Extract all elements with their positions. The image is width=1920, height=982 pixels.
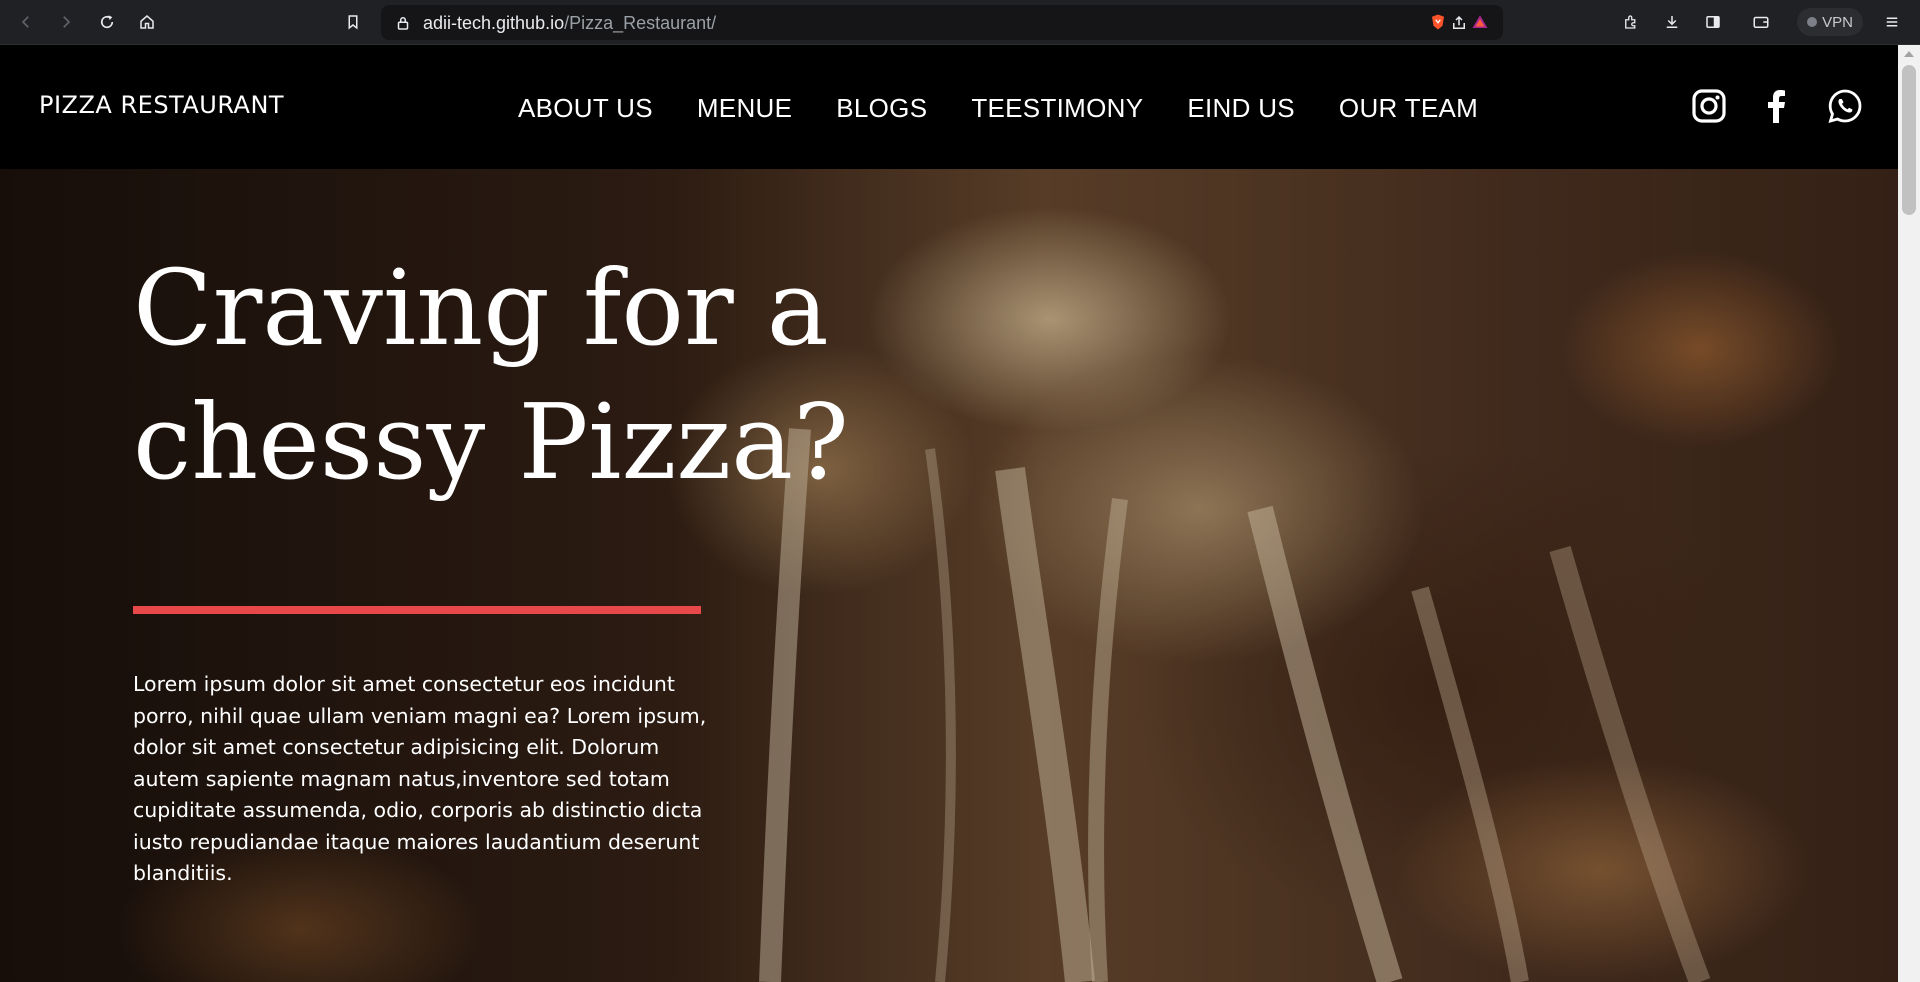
site-brand[interactable]: PIZZA RESTAURANT: [39, 91, 284, 119]
nav-link-find-us[interactable]: EIND US: [1187, 93, 1295, 124]
social-links: [1690, 87, 1864, 125]
hero-paragraph: Lorem ipsum dolor sit amet consectetur e…: [133, 672, 707, 885]
vpn-button[interactable]: VPN: [1797, 8, 1863, 36]
nav-links: ABOUT US MENUE BLOGS TEESTIMONY EIND US …: [518, 93, 1522, 124]
back-icon[interactable]: [14, 10, 38, 34]
hero-headline-line-1: Craving for a: [133, 247, 829, 369]
vpn-label: VPN: [1822, 13, 1853, 31]
browser-toolbar: adii-tech.github.io/Pizza_Restaurant/ VP…: [0, 0, 1920, 45]
hero-section: Craving for a chessy Pizza? Lorem ipsum …: [0, 169, 1898, 982]
nav-link-menu[interactable]: MENUE: [697, 93, 792, 124]
nav-link-about-us[interactable]: ABOUT US: [518, 93, 653, 124]
page-scrollbar[interactable]: [1898, 45, 1920, 982]
facebook-icon[interactable]: [1758, 87, 1796, 125]
bookmark-icon[interactable]: [341, 10, 365, 34]
forward-icon[interactable]: [54, 10, 78, 34]
reload-icon[interactable]: [95, 10, 119, 34]
lock-icon: [391, 11, 415, 35]
scroll-up-arrow-icon[interactable]: [1904, 51, 1914, 57]
nav-link-blogs[interactable]: BLOGS: [836, 93, 927, 124]
url-path: /Pizza_Restaurant/: [564, 13, 717, 33]
wallet-icon[interactable]: [1749, 10, 1773, 34]
hero-headline: Craving for a chessy Pizza?: [133, 241, 893, 509]
brave-rewards-icon[interactable]: [1468, 10, 1492, 34]
whatsapp-icon[interactable]: [1826, 87, 1864, 125]
downloads-icon[interactable]: [1660, 10, 1684, 34]
menu-icon[interactable]: [1880, 10, 1904, 34]
url-host: adii-tech.github.io: [423, 13, 565, 33]
hero-accent-bar: [133, 606, 701, 614]
nav-link-our-team[interactable]: OUR TEAM: [1339, 93, 1478, 124]
extensions-icon[interactable]: [1619, 10, 1643, 34]
hero-headline-line-2: chessy Pizza?: [133, 381, 849, 503]
sidebar-icon[interactable]: [1701, 10, 1725, 34]
scrollbar-thumb[interactable]: [1902, 65, 1916, 215]
site-navbar: PIZZA RESTAURANT ABOUT US MENUE BLOGS TE…: [0, 45, 1898, 169]
page-viewport: PIZZA RESTAURANT ABOUT US MENUE BLOGS TE…: [0, 45, 1898, 982]
url-text: adii-tech.github.io/Pizza_Restaurant/: [423, 13, 716, 34]
home-icon[interactable]: [135, 10, 159, 34]
brave-shield-icon[interactable]: [1426, 10, 1450, 34]
address-bar[interactable]: adii-tech.github.io/Pizza_Restaurant/: [381, 5, 1503, 40]
nav-link-testimony[interactable]: TEESTIMONY: [971, 93, 1143, 124]
instagram-icon[interactable]: [1690, 87, 1728, 125]
vpn-status-dot: [1807, 17, 1818, 27]
